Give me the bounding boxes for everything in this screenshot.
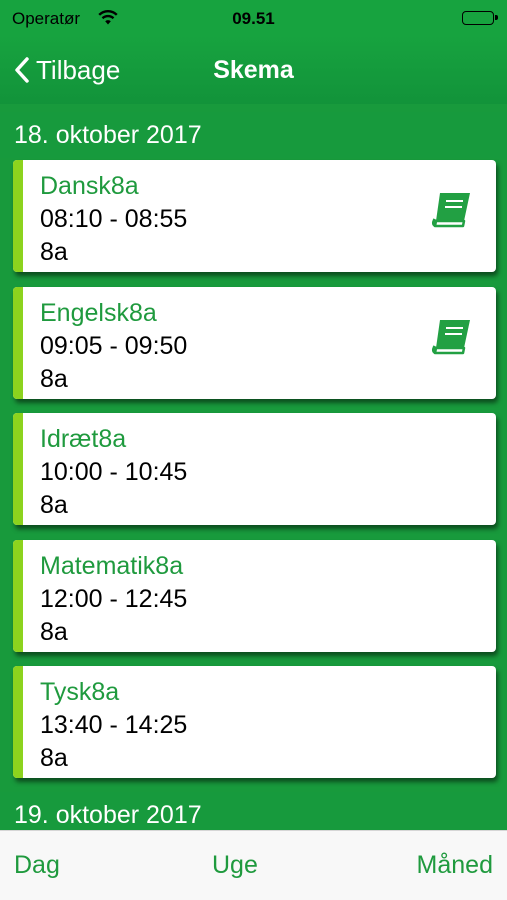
lesson-room: 8a	[40, 491, 68, 519]
lesson-room: 8a	[40, 238, 68, 266]
page-title: Skema	[213, 56, 294, 84]
lesson-accent-bar	[13, 160, 23, 272]
day-header: 18. oktober 2017	[0, 112, 507, 158]
day-header: 19. oktober 2017	[0, 792, 507, 830]
lesson-time: 08:10 - 08:55	[40, 205, 188, 233]
lesson-card[interactable]: Dansk8a 08:10 - 08:55 8a	[13, 160, 496, 272]
navigation-bar: Tilbage Skema	[0, 36, 507, 104]
lesson-time: 10:00 - 10:45	[40, 458, 188, 486]
lesson-card[interactable]: Idræt8a 10:00 - 10:45 8a	[13, 413, 496, 525]
status-bar: Operatør 09.51	[0, 0, 507, 36]
lesson-subject: Tysk8a	[40, 678, 120, 706]
lesson-time: 09:05 - 09:50	[40, 332, 188, 360]
lesson-subject: Idræt8a	[40, 425, 127, 453]
lesson-room: 8a	[40, 365, 68, 393]
lesson-time: 12:00 - 12:45	[40, 585, 188, 613]
tab-day[interactable]: Dag	[14, 851, 60, 880]
clock: 09.51	[232, 9, 275, 28]
lesson-card[interactable]: Engelsk8a 09:05 - 09:50 8a	[13, 287, 496, 399]
lesson-time: 13:40 - 14:25	[40, 711, 188, 739]
lesson-subject: Matematik8a	[40, 552, 184, 580]
lesson-accent-bar	[13, 540, 23, 652]
battery-icon	[462, 11, 498, 25]
lesson-subject: Dansk8a	[40, 172, 139, 200]
lesson-accent-bar	[13, 287, 23, 399]
lesson-subject: Engelsk8a	[40, 299, 157, 327]
lesson-card[interactable]: Tysk8a 13:40 - 14:25 8a	[13, 666, 496, 778]
book-icon[interactable]	[430, 317, 474, 362]
schedule-list[interactable]: 18. oktober 2017 Dansk8a 08:10 - 08:55 8…	[0, 104, 507, 830]
tab-month[interactable]: Måned	[417, 851, 493, 880]
view-tab-bar: Dag Uge Måned	[0, 830, 507, 900]
lesson-room: 8a	[40, 744, 68, 772]
book-icon[interactable]	[430, 190, 474, 235]
lesson-room: 8a	[40, 618, 68, 646]
lesson-card[interactable]: Matematik8a 12:00 - 12:45 8a	[13, 540, 496, 652]
lesson-accent-bar	[13, 413, 23, 525]
lesson-accent-bar	[13, 666, 23, 778]
tab-week[interactable]: Uge	[212, 851, 258, 880]
